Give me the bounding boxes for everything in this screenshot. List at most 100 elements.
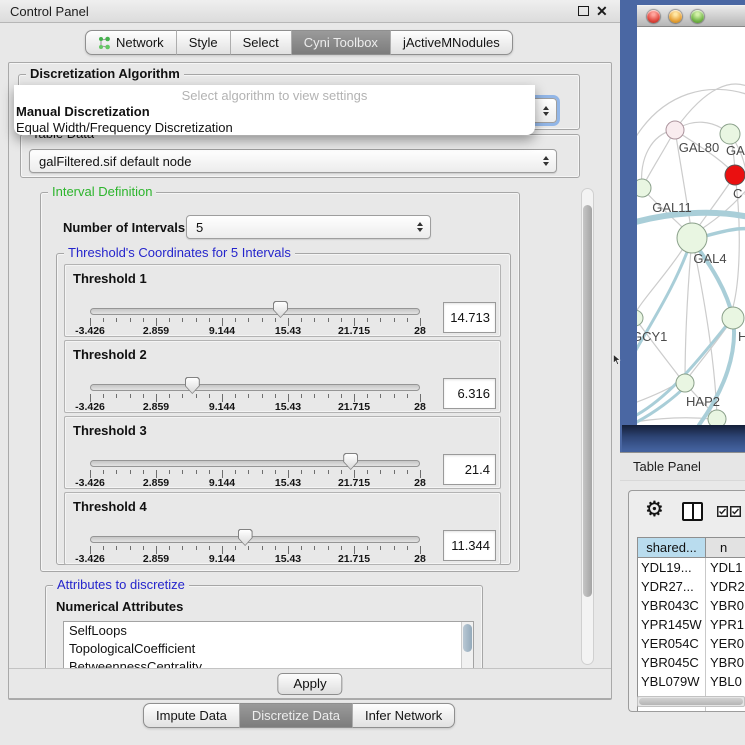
table-row[interactable]: YDL19...YDL1 [637,558,745,577]
tab-infer-network[interactable]: Infer Network [353,703,455,728]
tick-label: 28 [414,401,426,413]
slider-track[interactable] [90,308,420,315]
tick-mark [380,394,381,398]
cell-name[interactable]: YBL0 [706,672,745,691]
tick-mark [341,394,342,398]
tab-select[interactable]: Select [231,30,292,55]
network-canvas[interactable]: GAL80GAGAL11CGAL4GCY1HHAP2 [637,27,745,425]
slider-track[interactable] [90,460,420,467]
table-row[interactable]: YIL052CYIL0 [637,710,745,712]
table-row[interactable]: YBL079WYBL0 [637,672,745,691]
network-node[interactable] [722,307,744,329]
cell-shared-name[interactable]: YDL19... [638,558,706,577]
tick-mark [209,546,210,550]
network-node-label: GA [726,143,745,158]
slider-thumb[interactable] [185,377,200,394]
tab-cyni-toolbox[interactable]: Cyni Toolbox [292,30,391,55]
table-row[interactable]: YBR045CYBR0 [637,653,745,672]
network-node[interactable] [677,223,707,253]
table-hscrollbar[interactable] [637,696,745,707]
slider-thumb[interactable] [273,301,288,318]
slider-thumb[interactable] [238,529,253,546]
threshold-value-field[interactable]: 21.4 [443,454,496,485]
network-node[interactable] [708,410,726,425]
cell-shared-name[interactable]: YBL079W [638,672,706,691]
table-hscrollbar-thumb[interactable] [639,698,743,705]
tick-mark [380,546,381,550]
table-row[interactable]: YPR145WYPR1 [637,615,745,634]
cell-shared-name[interactable]: YDR27... [638,577,706,596]
tick-mark [314,546,315,550]
tick-mark [328,318,329,322]
table-row[interactable]: YDR27...YDR2 [637,577,745,596]
cell-name[interactable]: YER0 [706,634,745,653]
panel-scrollbar[interactable] [581,188,594,665]
apply-button[interactable]: Apply [277,673,342,695]
threshold-label: Threshold 2 [73,347,147,362]
cell-shared-name[interactable]: YER054C [638,634,706,653]
cell-shared-name[interactable]: YPR145W [638,615,706,634]
cell-name[interactable]: YDL1 [706,558,745,577]
tick-mark [314,318,315,322]
split-columns-icon[interactable] [682,502,703,521]
threshold-value-field[interactable]: 11.344 [443,530,496,561]
slider-track[interactable] [90,536,420,543]
tab-discretize-data[interactable]: Discretize Data [240,703,353,728]
list-scrollbar[interactable] [461,622,473,668]
cell-shared-name[interactable]: YIL052C [638,710,706,712]
table-data-select[interactable]: galFiltered.sif default node [29,149,557,173]
cell-name[interactable]: YDR2 [706,577,745,596]
network-node[interactable] [720,124,740,144]
column-header-shared[interactable]: shared... [638,538,706,557]
tab-network[interactable]: Network [85,30,177,55]
algorithm-option-manual[interactable]: Manual Discretization [14,104,535,119]
gear-icon[interactable]: ⚙ [645,499,664,520]
control-panel-titlebar: Control Panel ✕ [0,0,620,23]
cell-shared-name[interactable]: YBR043C [638,596,706,615]
cell-name[interactable]: YIL0 [706,710,745,712]
tick-mark [407,470,408,474]
threshold-value-field[interactable]: 6.316 [443,378,496,409]
algorithm-option-equal-width[interactable]: Equal Width/Frequency Discretization [14,120,535,135]
tick-mark [169,394,170,398]
tab-impute-data[interactable]: Impute Data [143,703,240,728]
close-icon[interactable]: ✕ [596,3,608,20]
select-columns-icon[interactable] [717,506,741,517]
attribute-list-item[interactable]: SelfLoops [64,622,473,640]
network-node[interactable] [725,165,745,185]
threshold-panel: Threshold 2 -3.4262.8599.14415.4321.7152… [64,340,501,413]
network-node[interactable] [676,374,694,392]
table-row[interactable]: YER054CYER0 [637,634,745,653]
tab-jactivemnodules[interactable]: jActiveMNodules [391,30,513,55]
attribute-list-item[interactable]: TopologicalCoefficient [64,640,473,658]
tick-label: -3.426 [75,553,105,565]
column-header-name[interactable]: n [706,538,745,557]
table-row[interactable]: YBR043CYBR0 [637,596,745,615]
tick-label: 28 [414,325,426,337]
panel-scrollbar-thumb[interactable] [583,205,592,597]
cell-shared-name[interactable]: YBR045C [638,653,706,672]
slider-track[interactable] [90,384,420,391]
float-window-icon[interactable] [578,6,589,16]
tick-mark [182,394,183,398]
cell-name[interactable]: YPR1 [706,615,745,634]
numerical-attributes-list[interactable]: SelfLoopsTopologicalCoefficientBetweenne… [63,621,474,669]
tab-label: Network [116,35,164,50]
number-of-intervals-select[interactable]: 5 [186,215,431,239]
network-node[interactable] [666,121,684,139]
tick-mark [394,394,395,398]
interval-definition-group: Interval Definition Number of Intervals … [40,192,520,572]
minimize-traffic-light-icon[interactable] [669,10,682,23]
tab-style[interactable]: Style [177,30,231,55]
tab-label: Discretize Data [252,708,340,723]
threshold-value-field[interactable]: 14.713 [443,302,496,333]
slider-thumb[interactable] [343,453,358,470]
tick-mark [314,470,315,474]
network-edge [642,130,675,188]
cell-name[interactable]: YBR0 [706,653,745,672]
cell-name[interactable]: YBR0 [706,596,745,615]
close-traffic-light-icon[interactable] [647,10,660,23]
zoom-traffic-light-icon[interactable] [691,10,704,23]
network-node[interactable] [637,310,643,326]
network-node[interactable] [637,179,651,197]
